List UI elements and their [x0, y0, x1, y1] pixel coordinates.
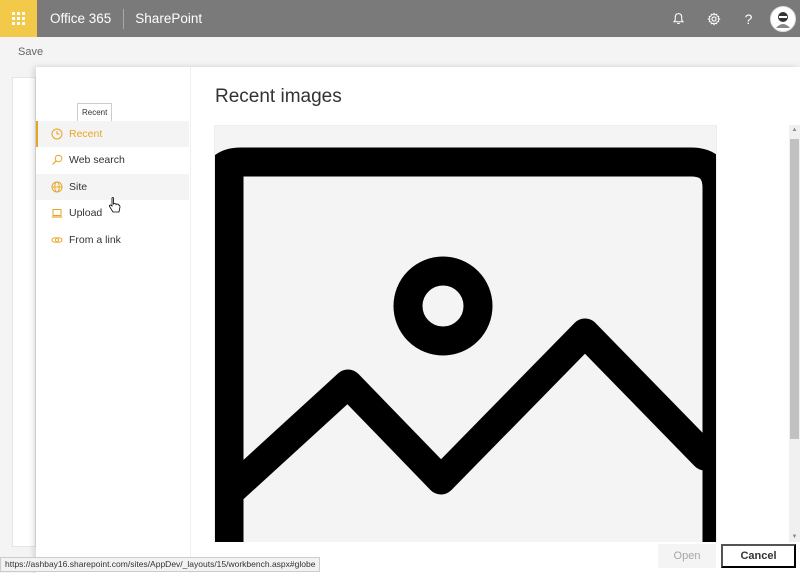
background-save-text: Save	[18, 46, 44, 58]
scroll-down-icon[interactable]: ▼	[791, 534, 798, 541]
open-button[interactable]: Open	[658, 544, 716, 568]
nav-item-label: Web search	[69, 154, 125, 166]
file-picker-content: Recent images ▲ ▼ Open Cancel	[191, 67, 800, 573]
status-bar-url: https://ashbay16.sharepoint.com/sites/Ap…	[0, 557, 321, 572]
nav-item-label: Recent	[69, 128, 103, 140]
background-command-bar: Save	[0, 37, 800, 67]
nav-item-label: Upload	[69, 207, 103, 219]
content-scrollbar[interactable]: ▲ ▼	[789, 125, 800, 543]
search-icon	[50, 153, 64, 167]
clock-icon	[50, 127, 64, 141]
link-icon	[50, 233, 64, 247]
hand-cursor-icon	[108, 197, 121, 213]
nav-item-label: From a link	[69, 234, 121, 246]
scroll-thumb[interactable]	[790, 139, 799, 439]
background-canvas	[12, 77, 36, 547]
office365-brand[interactable]: Office 365	[50, 8, 125, 29]
suite-bar: Office 365 SharePoint ?	[0, 0, 800, 37]
app-launcher-button[interactable]	[0, 0, 37, 37]
cancel-button[interactable]: Cancel	[721, 544, 796, 568]
user-avatar-icon	[776, 11, 790, 28]
sharepoint-app-name[interactable]: SharePoint	[135, 11, 202, 26]
file-picker-panel: Recent Recent Web search Site Upload Fro…	[36, 67, 800, 573]
image-placeholder-icon	[215, 147, 716, 544]
nav-item-recent[interactable]: Recent	[36, 121, 189, 147]
page-title: Recent images	[215, 86, 342, 107]
nav-item-from-link[interactable]: From a link	[36, 227, 189, 253]
waffle-icon	[12, 12, 25, 25]
globe-icon	[50, 180, 64, 194]
help-button[interactable]: ?	[731, 0, 766, 37]
help-icon: ?	[744, 10, 753, 27]
nav-item-label: Site	[69, 181, 88, 193]
recent-tooltip: Recent	[77, 103, 113, 122]
recent-image-placeholder[interactable]	[214, 125, 717, 545]
bell-icon	[672, 13, 685, 25]
file-picker-nav: Recent Recent Web search Site Upload Fro…	[36, 67, 191, 573]
laptop-icon	[50, 206, 64, 220]
avatar[interactable]	[770, 5, 796, 32]
settings-button[interactable]	[696, 0, 731, 37]
gear-icon	[706, 11, 721, 26]
notifications-button[interactable]	[661, 0, 696, 37]
nav-item-web-search[interactable]: Web search	[36, 147, 189, 173]
scroll-up-icon[interactable]: ▲	[791, 127, 798, 134]
